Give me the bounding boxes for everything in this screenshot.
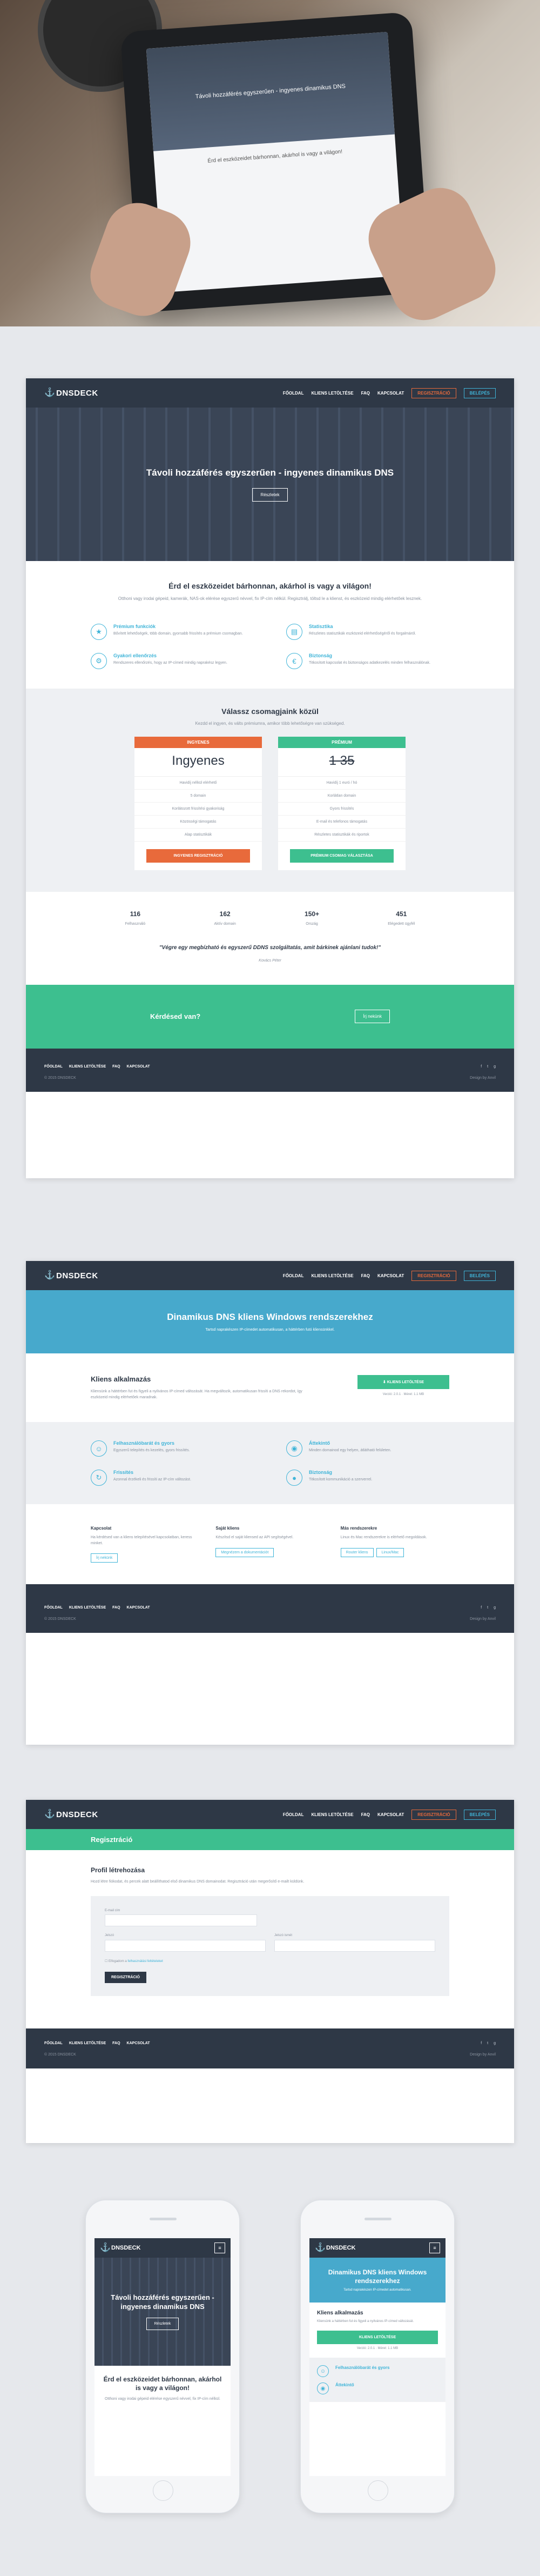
register-title: Profil létrehozása bbox=[91, 1866, 145, 1874]
footer: FŐOLDAL KLIENS LETÖLTÉSE FAQ KAPCSOLAT ftg … bbox=[26, 1048, 514, 1092]
feature-item: ★ Prémium funkciók Bővített lehetőségek, t… bbox=[91, 624, 254, 640]
cta-text: Kérdésed van? bbox=[150, 1012, 201, 1020]
facebook-icon[interactable]: f bbox=[481, 1065, 482, 1069]
free-plan-button[interactable]: INGYENES REGISZTRÁCIÓ bbox=[146, 849, 250, 863]
hero-title: Távoli hozzáférés egyszerűen - ingyenes … bbox=[146, 467, 394, 478]
mobile-download-button[interactable]: KLIENS LETÖLTÉSE bbox=[317, 2331, 438, 2345]
mobile-details-button[interactable]: Részletek bbox=[146, 2318, 179, 2331]
intro-title: Érd el eszközeidet bárhonnan, akárhol is… bbox=[168, 582, 372, 590]
feature-item: ▤ Statisztika Részletes statisztikák eszkö… bbox=[286, 624, 449, 640]
facebook-icon[interactable]: f bbox=[481, 1606, 482, 1610]
testimonial: "Végre egy megbízható és egyszerű DDNS s… bbox=[26, 938, 514, 985]
client-title: Dinamikus DNS kliens Windows rendszerekh… bbox=[167, 1312, 373, 1322]
anchor-icon: ⚓ bbox=[44, 1271, 56, 1280]
features-grid: ★ Prémium funkciók Bővített lehetőségek, t… bbox=[26, 618, 514, 689]
user-icon: ☺ bbox=[91, 1440, 107, 1457]
euro-icon: € bbox=[286, 653, 302, 669]
bolt-icon: ↻ bbox=[91, 1470, 107, 1486]
twitter-icon[interactable]: t bbox=[487, 1065, 488, 1069]
menu-icon[interactable]: ≡ bbox=[214, 2243, 225, 2253]
login-button[interactable]: BELÉPÉS bbox=[463, 1270, 496, 1281]
password-confirm-field[interactable] bbox=[274, 1939, 435, 1952]
testimonial-author: Kovács Péter bbox=[259, 959, 281, 963]
google-icon[interactable]: g bbox=[494, 2041, 496, 2045]
facebook-icon[interactable]: f bbox=[481, 2041, 482, 2045]
logo[interactable]: ⚓ DNSDECK bbox=[44, 1810, 98, 1819]
pricing-subtitle: Kezdd el ingyen, és válts prémiumra, ami… bbox=[195, 721, 345, 726]
nav-home[interactable]: FŐOLDAL bbox=[283, 391, 304, 396]
eye-icon: ◉ bbox=[286, 1440, 302, 1457]
register-page-mock: ⚓ DNSDECK FŐOLDAL KLIENS LETÖLTÉSE FAQ KAPCS… bbox=[26, 1800, 514, 2143]
stats-row: 116 Felhasználó 162 Aktív domain 150+ Orszá… bbox=[125, 910, 415, 926]
google-icon[interactable]: g bbox=[494, 1606, 496, 1610]
eye-icon: ◉ bbox=[317, 2383, 329, 2395]
user-icon: ☺ bbox=[317, 2365, 329, 2378]
plan-premium: PRÉMIUM 1 35 Havidíj 1 euró / hó Korlátl… bbox=[278, 737, 406, 870]
anchor-icon: ⚓ bbox=[315, 2243, 326, 2252]
hero-photo: Távoli hozzáférés egyszerűen - ingyenes … bbox=[0, 0, 540, 326]
tablet-title: Távoli hozzáférés egyszerűen - ingyenes … bbox=[195, 83, 346, 100]
client-subtitle: Tartsd naprakészen IP-címedet automatiku… bbox=[205, 1328, 335, 1332]
pricing-title: Válassz csomagjaink közül bbox=[221, 707, 319, 716]
twitter-icon[interactable]: t bbox=[487, 1606, 488, 1610]
cta-button[interactable]: Írj nekünk bbox=[355, 1010, 390, 1023]
chart-icon: ▤ bbox=[286, 624, 302, 640]
login-button[interactable]: BELÉPÉS bbox=[463, 1809, 496, 1820]
terms-link[interactable]: felhasználási feltételeket bbox=[127, 1960, 163, 1963]
terms-checkbox[interactable]: ☐ Elfogadom a felhasználási feltételeket bbox=[105, 1959, 435, 1963]
hero-banner: Távoli hozzáférés egyszerűen - ingyenes … bbox=[26, 408, 514, 561]
top-nav: ⚓ DNSDECK FŐOLDAL KLIENS LETÖLTÉSE FAQ KA… bbox=[26, 378, 514, 408]
premium-plan-button[interactable]: PRÉMIUM CSOMAG VÁLASZTÁSA bbox=[290, 849, 394, 863]
download-button[interactable]: ⬇ KLIENS LETÖLTÉSE bbox=[357, 1375, 449, 1389]
nav-faq[interactable]: FAQ bbox=[361, 391, 370, 396]
tablet-tagline: Érd el eszközeidet bárhonnan, akárhol is… bbox=[207, 149, 343, 164]
register-button[interactable]: REGISZTRÁCIÓ bbox=[411, 1270, 456, 1281]
feature-item: ⚙ Gyakori ellenőrzés Rendszeres ellenőrzés… bbox=[91, 653, 254, 669]
phone-client: ⚓ DNSDECK ≡ Dinamikus DNS kliens Windows r… bbox=[300, 2200, 455, 2513]
login-button[interactable]: BELÉPÉS bbox=[463, 388, 496, 398]
nav-contact[interactable]: KAPCSOLAT bbox=[377, 391, 404, 396]
submit-button[interactable]: REGISZTRÁCIÓ bbox=[105, 1971, 146, 1983]
hero-details-button[interactable]: Részletek bbox=[252, 488, 288, 502]
gear-icon: ⚙ bbox=[91, 653, 107, 669]
client-banner: Dinamikus DNS kliens Windows rendszerekh… bbox=[26, 1290, 514, 1353]
client-page-mock: ⚓ DNSDECK FŐOLDAL KLIENS LETÖLTÉSE FAQ KAPCS… bbox=[26, 1261, 514, 1745]
register-form: E-mail cím Jelszó Jelszó ismét ☐ Elfogad… bbox=[91, 1896, 449, 1996]
anchor-icon: ⚓ bbox=[100, 2243, 111, 2252]
logo[interactable]: ⚓ DNSDECK bbox=[44, 1271, 98, 1280]
email-field[interactable] bbox=[105, 1914, 257, 1926]
plan-price: Ingyenes bbox=[134, 748, 262, 777]
plan-free: INGYENES Ingyenes Havidíj nélkül elérhet… bbox=[134, 737, 262, 870]
menu-icon[interactable]: ≡ bbox=[429, 2243, 440, 2253]
feature-item: € Biztonság Titkosított kapcsolat és bizto… bbox=[286, 653, 449, 669]
lock-icon: ● bbox=[286, 1470, 302, 1486]
plan-price: 1 35 bbox=[278, 748, 406, 777]
google-icon[interactable]: g bbox=[494, 1065, 496, 1069]
nav-client[interactable]: KLIENS LETÖLTÉSE bbox=[311, 391, 353, 396]
pricing-section: Válassz csomagjaink közül Kezdd el ingye… bbox=[26, 689, 514, 892]
logo[interactable]: ⚓ DNSDECK bbox=[44, 389, 98, 398]
anchor-icon: ⚓ bbox=[44, 1810, 56, 1819]
contact-cta: Kérdésed van? Írj nekünk bbox=[26, 984, 514, 1049]
homepage-mock: ⚓ DNSDECK FŐOLDAL KLIENS LETÖLTÉSE FAQ KA… bbox=[26, 378, 514, 1178]
star-icon: ★ bbox=[91, 624, 107, 640]
password-field[interactable] bbox=[105, 1939, 266, 1952]
anchor-icon: ⚓ bbox=[44, 388, 56, 397]
register-band: Regisztráció bbox=[26, 1829, 514, 1850]
register-button[interactable]: REGISZTRÁCIÓ bbox=[411, 1809, 456, 1820]
intro-text: Otthoni vagy irodai gépeid, kamerák, NAS… bbox=[118, 596, 422, 601]
twitter-icon[interactable]: t bbox=[487, 2041, 488, 2045]
download-icon: ⬇ bbox=[382, 1380, 387, 1384]
register-button[interactable]: REGISZTRÁCIÓ bbox=[411, 388, 456, 398]
phone-home: ⚓ DNSDECK ≡ Távoli hozzáférés egyszerűen -… bbox=[85, 2200, 240, 2513]
